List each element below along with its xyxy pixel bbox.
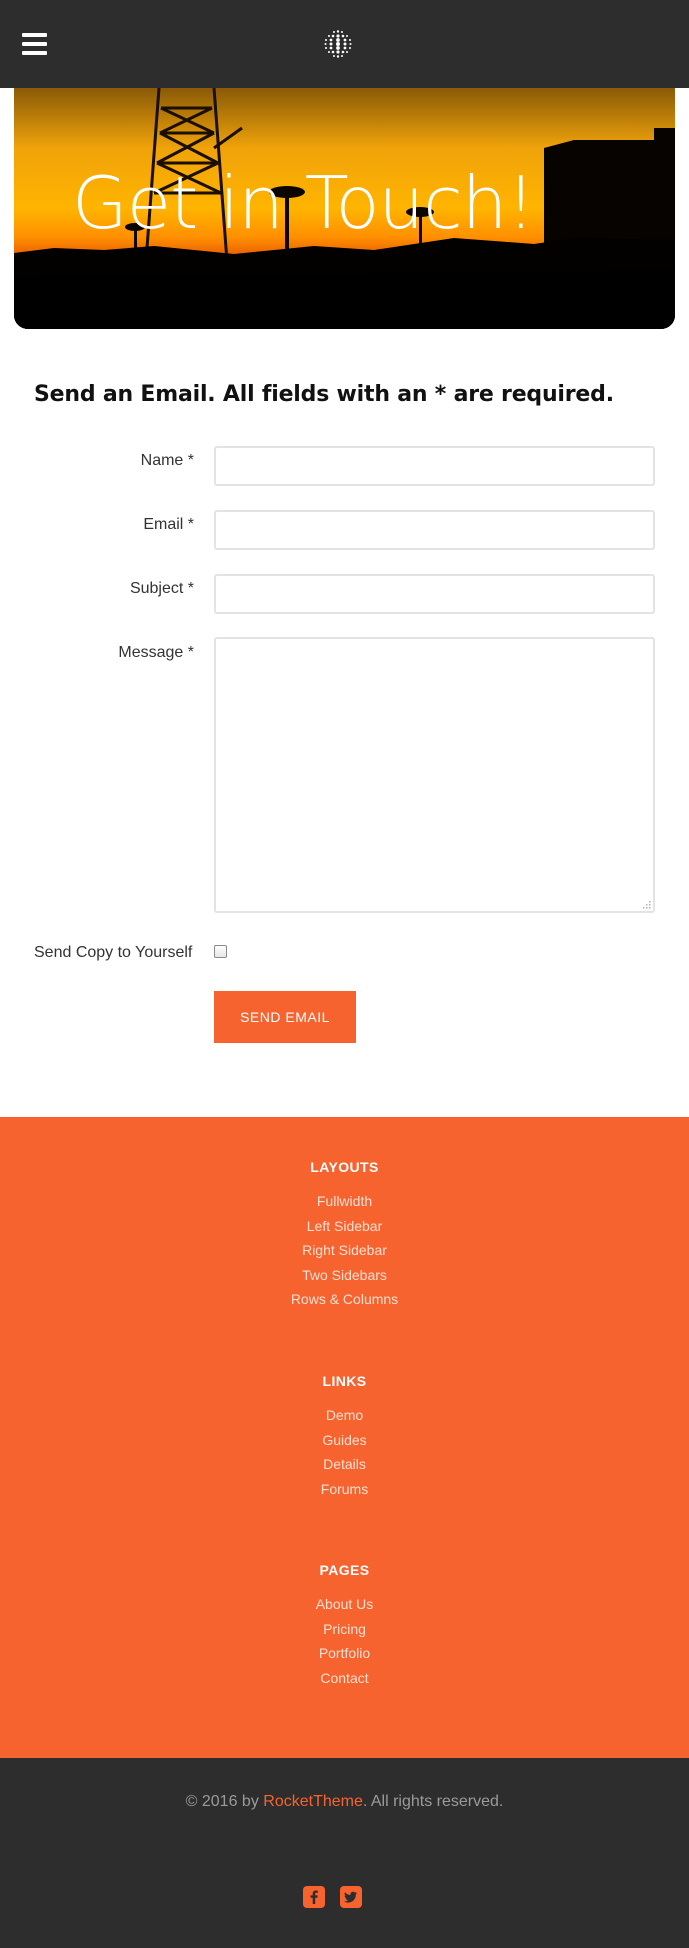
message-label: Message * (118, 644, 194, 661)
footer-link-portfolio[interactable]: Portfolio (0, 1641, 689, 1666)
resize-grip-icon[interactable] (641, 899, 651, 909)
footer-column-title: PAGES (319, 1562, 370, 1578)
message-textarea[interactable] (214, 637, 655, 913)
hamburger-menu-icon[interactable] (22, 33, 47, 55)
footer-column-title: LAYOUTS (310, 1159, 379, 1175)
top-navigation-bar (0, 0, 689, 88)
email-input[interactable] (214, 510, 655, 550)
subject-label: Subject * (129, 580, 194, 597)
form-heading: Send an Email. All fields with an * are … (34, 382, 614, 407)
footer-link-guides[interactable]: Guides (0, 1428, 689, 1453)
email-label: Email * (143, 516, 194, 533)
facebook-icon[interactable] (303, 1886, 325, 1908)
dotted-sphere-logo-icon[interactable] (322, 28, 354, 60)
send-copy-checkbox[interactable] (214, 945, 227, 958)
footer-link-two-sidebars[interactable]: Two Sidebars (0, 1263, 689, 1288)
footer-column-pages: PAGES About Us Pricing Portfolio Contact (0, 1560, 689, 1690)
rockettheme-link[interactable]: RocketTheme (263, 1793, 363, 1810)
twitter-icon[interactable] (340, 1886, 362, 1908)
footer-column-layouts: LAYOUTS Fullwidth Left Sidebar Right Sid… (0, 1157, 689, 1312)
copyright-prefix: © 2016 by (185, 1793, 264, 1810)
footer-link-pricing[interactable]: Pricing (0, 1617, 689, 1642)
copyright-footer: © 2016 by RocketTheme. All rights reserv… (0, 1758, 689, 1948)
copyright-text: © 2016 by RocketTheme. All rights reserv… (0, 1793, 689, 1811)
footer-link-rows-columns[interactable]: Rows & Columns (0, 1287, 689, 1312)
hero-title: Get in Touch! (72, 161, 535, 245)
footer-link-left-sidebar[interactable]: Left Sidebar (0, 1214, 689, 1239)
send-email-button[interactable]: SEND EMAIL (214, 991, 356, 1043)
send-copy-label: Send Copy to Yourself (34, 944, 193, 961)
copyright-suffix: . All rights reserved. (362, 1793, 504, 1810)
subject-input[interactable] (214, 574, 655, 614)
footer-link-fullwidth[interactable]: Fullwidth (0, 1189, 689, 1214)
footer-link-right-sidebar[interactable]: Right Sidebar (0, 1238, 689, 1263)
footer-link-demo[interactable]: Demo (0, 1403, 689, 1428)
name-label: Name * (140, 452, 194, 469)
name-input[interactable] (214, 446, 655, 486)
footer-link-details[interactable]: Details (0, 1452, 689, 1477)
footer-link-contact[interactable]: Contact (0, 1666, 689, 1691)
footer-column-links: LINKS Demo Guides Details Forums (0, 1371, 689, 1501)
hero-banner: Get in Touch! (14, 88, 675, 329)
footer-link-about-us[interactable]: About Us (0, 1592, 689, 1617)
footer-links-section: LAYOUTS Fullwidth Left Sidebar Right Sid… (0, 1117, 689, 1758)
footer-column-title: LINKS (322, 1373, 367, 1389)
footer-link-forums[interactable]: Forums (0, 1477, 689, 1502)
